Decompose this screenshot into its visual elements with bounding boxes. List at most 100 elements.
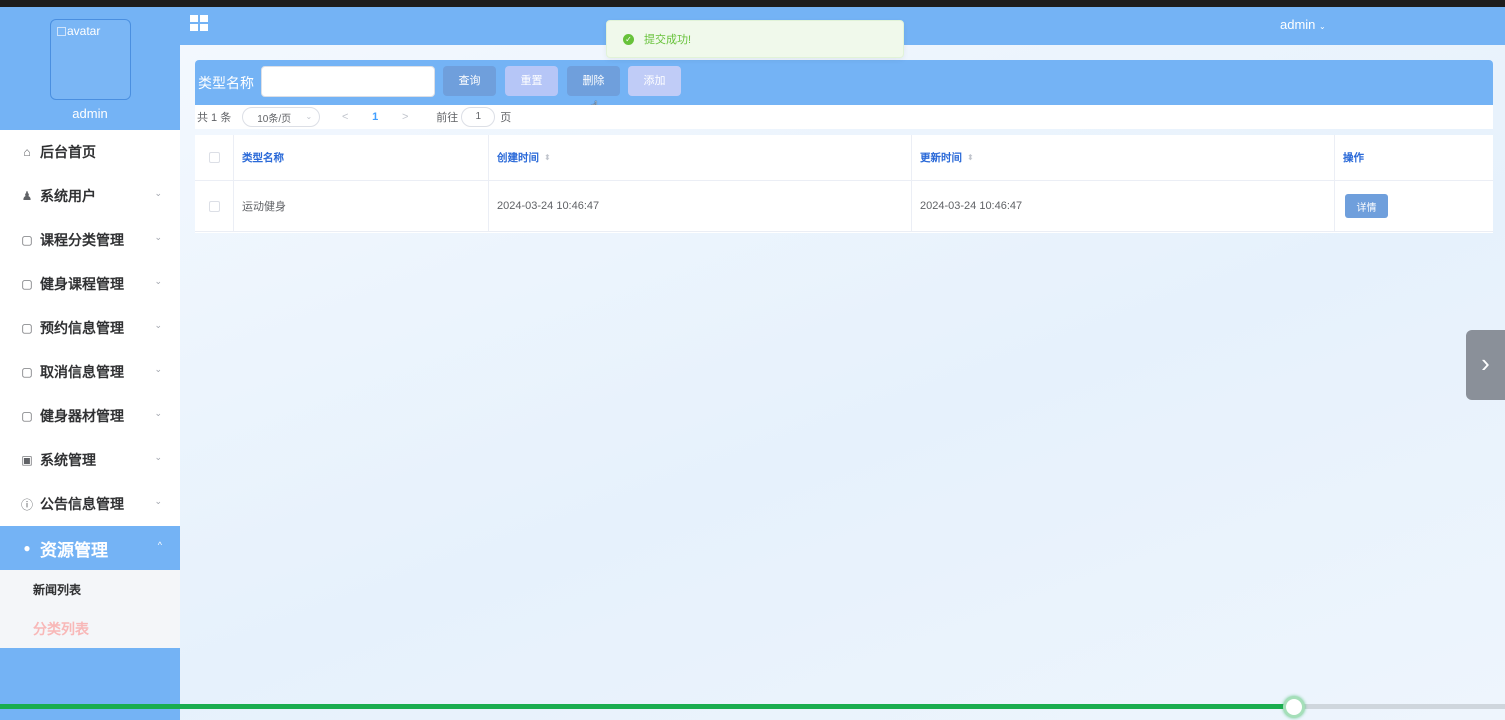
submenu: 新闻列表 分类列表 [0, 570, 180, 648]
main-content: 类型名称 查询 重置 删除 添加 ☝ 共 1 条 10条/页 ⌄ < 1 > 前往… [180, 45, 1505, 720]
detail-button[interactable]: 详情 [1345, 194, 1388, 218]
chevron-down-icon: ⌄ [154, 408, 162, 418]
sidebar-item[interactable]: ▣ 系统管理 ⌄ [0, 438, 180, 482]
sidebar-item-label: 系统用户 [40, 188, 96, 204]
sidebar-item-label: 系统管理 [40, 452, 96, 468]
sidebar-menu: ⌂ 后台首页 ♟ 系统用户 ⌄ ▢ 课程分类管理 ⌄ ▢ 健身课程管理 ⌄ ▢ 预约信息管理 ⌄ ▢ 取消信息… [0, 130, 180, 570]
select-all-cell [195, 135, 234, 180]
page-size-value: 10条/页 [257, 113, 292, 125]
chevron-right-icon[interactable]: › [1466, 330, 1505, 400]
avatar[interactable]: avatar [50, 19, 131, 100]
sidebar-item[interactable]: ▢ 取消信息管理 ⌄ [0, 350, 180, 394]
page-number-current[interactable]: 1 [360, 111, 390, 123]
sidebar-item[interactable]: ▢ 健身课程管理 ⌄ [0, 262, 180, 306]
sidebar-item-label: 资源管理 [40, 540, 108, 560]
column-header: 操作 [1335, 135, 1493, 180]
prev-page-button[interactable]: < [330, 111, 360, 123]
chevron-down-icon: ⌄ [1319, 22, 1326, 31]
picture-icon: ▣ [21, 453, 33, 467]
chevron-down-icon: ⌄ [305, 112, 313, 121]
sidebar-item[interactable]: ▢ 健身器材管理 ⌄ [0, 394, 180, 438]
delete-button[interactable]: 删除 [567, 66, 620, 96]
goto-label: 前往 [436, 112, 459, 124]
page-size-select[interactable]: 10条/页 ⌄ [242, 107, 321, 127]
type-name-search-input[interactable] [261, 66, 435, 97]
user-dropdown-label: admin [1280, 17, 1316, 32]
pagination-total: 共 1 条 [197, 112, 232, 124]
broken-image-icon [57, 27, 66, 36]
submenu-item[interactable]: 分类列表 [0, 609, 180, 648]
top-strip [0, 0, 1505, 7]
row-checkbox[interactable] [208, 200, 220, 212]
column-header-label: 创建时间 [497, 152, 539, 164]
query-button[interactable]: 查询 [443, 66, 496, 96]
created-time-cell: 2024-03-24 10:46:47 [489, 181, 912, 231]
chevron-down-icon: ⌄ [154, 452, 162, 462]
sidebar-item-label: 后台首页 [40, 144, 96, 160]
info-icon: ⓘ [20, 497, 33, 512]
goto-page-input[interactable]: 1 [461, 107, 496, 127]
video-progress-bar[interactable] [0, 696, 1505, 718]
success-toast: ✓ 提交成功! [606, 20, 904, 58]
chevron-down-icon: ⌄ [154, 276, 162, 286]
add-button[interactable]: 添加 [628, 66, 681, 96]
progress-fill [0, 704, 1295, 709]
sidebar-footer [0, 648, 180, 720]
reset-button[interactable]: 重置 [505, 66, 558, 96]
chevron-down-icon: ⌄ [154, 232, 162, 242]
bulb-icon: ● [23, 541, 31, 555]
updated-time-cell: 2024-03-24 10:46:47 [912, 181, 1335, 231]
folder-icon: ▢ [21, 233, 33, 247]
folder-icon: ▢ [21, 409, 33, 423]
toast-message: 提交成功! [644, 34, 692, 46]
data-table: 类型名称 创建时间 ⬍ 更新时间 ⬍ 操作 运动健身 2024-03-24 10:4… [195, 135, 1493, 233]
sort-icon[interactable]: ⬍ [967, 153, 974, 162]
search-label: 类型名称 [198, 75, 254, 91]
sidebar-item-label: 取消信息管理 [40, 364, 124, 380]
select-all-checkbox[interactable] [208, 152, 220, 163]
sort-icon[interactable]: ⬍ [544, 153, 551, 162]
chevron-down-icon: ⌄ [154, 320, 162, 330]
sidebar-item-label: 课程分类管理 [40, 232, 124, 248]
sidebar-header: avatar admin [0, 7, 180, 130]
sidebar-item[interactable]: ▢ 预约信息管理 ⌄ [0, 306, 180, 350]
home-icon: ⌂ [23, 145, 31, 159]
check-circle-icon: ✓ [623, 33, 634, 45]
folder-icon: ▢ [21, 321, 33, 335]
type-name-cell: 运动健身 [234, 181, 489, 231]
next-page-button[interactable]: > [390, 111, 420, 123]
sidebar: avatar admin ⌂ 后台首页 ♟ 系统用户 ⌄ ▢ 课程分类管理 ⌄ ▢ 健身课程管理 ⌄… [0, 7, 180, 720]
sidebar-item-label: 公告信息管理 [40, 496, 124, 512]
column-header-label: 更新时间 [920, 152, 962, 164]
page-suffix: 页 [500, 112, 512, 124]
sidebar-item[interactable]: ● 资源管理 ^ [0, 526, 180, 570]
user-icon: ♟ [21, 189, 33, 203]
column-header-label: 类型名称 [242, 152, 284, 164]
sidebar-username: admin [72, 106, 108, 121]
user-dropdown[interactable]: admin ⌄ [1280, 17, 1326, 32]
column-header[interactable]: 创建时间 ⬍ [489, 135, 912, 180]
chevron-down-icon: ⌄ [154, 496, 162, 506]
sidebar-item[interactable]: ⌂ 后台首页 [0, 130, 180, 174]
menu-toggle-grid-icon[interactable] [190, 15, 208, 31]
chevron-down-icon: ⌄ [154, 188, 162, 198]
sidebar-item[interactable]: ♟ 系统用户 ⌄ [0, 174, 180, 218]
sidebar-item-label: 健身课程管理 [40, 276, 124, 292]
column-header[interactable]: 更新时间 ⬍ [912, 135, 1335, 180]
folder-icon: ▢ [21, 277, 33, 291]
chevron-up-icon: ^ [157, 540, 162, 550]
action-cell: 详情 [1335, 181, 1493, 231]
sidebar-item[interactable]: ▢ 课程分类管理 ⌄ [0, 218, 180, 262]
table-header-row: 类型名称 创建时间 ⬍ 更新时间 ⬍ 操作 [195, 135, 1493, 181]
column-header-label: 操作 [1343, 152, 1364, 164]
chevron-down-icon: ⌄ [154, 364, 162, 374]
avatar-alt-text: avatar [67, 24, 101, 38]
pagination: 共 1 条 10条/页 ⌄ < 1 > 前往 1 页 [195, 105, 1493, 129]
sidebar-item-label: 预约信息管理 [40, 320, 124, 336]
submenu-item[interactable]: 新闻列表 [0, 570, 180, 609]
row-select-cell [195, 181, 234, 231]
folder-icon: ▢ [21, 365, 33, 379]
table-row: 运动健身 2024-03-24 10:46:47 2024-03-24 10:4… [195, 181, 1493, 232]
sidebar-item[interactable]: ⓘ 公告信息管理 ⌄ [0, 482, 180, 526]
search-bar: 类型名称 查询 重置 删除 添加 ☝ [195, 60, 1493, 116]
